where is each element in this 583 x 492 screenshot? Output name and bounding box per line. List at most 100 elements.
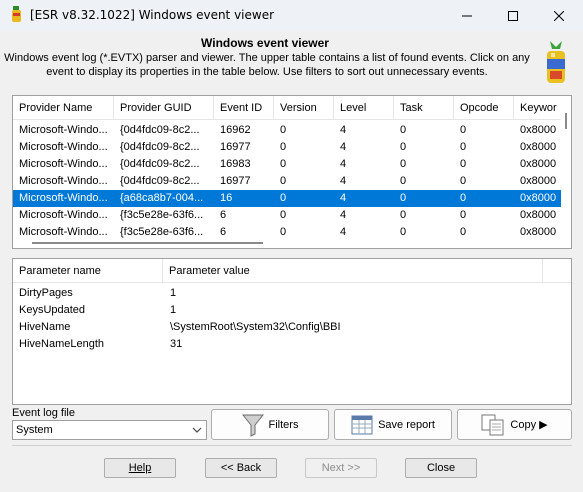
cell-provider-name: Microsoft-Windo...: [19, 158, 108, 170]
column-header-parameter-name[interactable]: Parameter name: [13, 259, 163, 283]
table-row[interactable]: KeysUpdated 1: [13, 302, 571, 319]
column-header-parameter-value[interactable]: Parameter value: [163, 259, 543, 283]
cell-opcode: 0: [460, 192, 467, 204]
cell-parameter-name: HiveName: [19, 321, 71, 333]
header: Windows event viewer Windows event log (…: [0, 31, 583, 86]
cell-task: 0: [400, 209, 407, 221]
table-row[interactable]: DirtyPages 1: [13, 285, 571, 302]
next-button-label: Next >>: [321, 462, 361, 474]
cell-event-id: 16977: [220, 141, 251, 153]
next-button[interactable]: Next >>: [305, 458, 377, 478]
cell-provider-name: Microsoft-Windo...: [19, 175, 108, 187]
parameters-table-header: Parameter name Parameter value: [13, 259, 571, 283]
maximize-button[interactable]: [490, 0, 536, 31]
cell-opcode: 0: [460, 158, 467, 170]
table-row[interactable]: Microsoft-Windo... {0d4fdc09-8c2... 1697…: [13, 139, 571, 156]
vertical-scrollbar[interactable]: [561, 96, 571, 248]
table-row[interactable]: Microsoft-Windo... {f3c5e28e-63f6... 6 0…: [13, 207, 571, 224]
cell-provider-guid: {0d4fdc09-8c2...: [120, 141, 200, 153]
table-row[interactable]: Microsoft-Windo... {0d4fdc09-8c2... 1698…: [13, 156, 571, 173]
cell-version: 0: [280, 192, 287, 204]
back-button[interactable]: << Back: [205, 458, 277, 478]
back-button-label: << Back: [220, 462, 262, 474]
column-header-event-id[interactable]: Event ID: [214, 96, 274, 120]
cell-opcode: 0: [460, 175, 467, 187]
cell-event-id: 16977: [220, 175, 251, 187]
parameters-table[interactable]: Parameter name Parameter value DirtyPage…: [12, 258, 572, 405]
battery-wizard-icon: [547, 41, 565, 83]
cell-level: 4: [340, 158, 347, 170]
page-title: Windows event viewer: [201, 36, 329, 50]
column-header-provider-guid[interactable]: Provider GUID: [114, 96, 214, 120]
minimize-button[interactable]: [444, 0, 490, 31]
window-title: [ESR v8.32.1022] Windows event viewer: [30, 8, 275, 22]
cell-level: 4: [340, 192, 347, 204]
save-report-button[interactable]: Save report: [334, 409, 452, 440]
cell-event-id: 6: [220, 209, 227, 221]
divider: [12, 445, 572, 446]
events-table-header: Provider Name Provider GUID Event ID Ver…: [13, 96, 571, 120]
app-icon: [12, 6, 21, 22]
page-description: Windows event log (*.EVTX) parser and vi…: [4, 52, 530, 78]
cell-parameter-name: DirtyPages: [19, 287, 73, 299]
horizontal-scrollbar[interactable]: [13, 238, 561, 248]
cell-provider-name: Microsoft-Windo...: [19, 124, 108, 136]
column-header-provider-name[interactable]: Provider Name: [13, 96, 114, 120]
save-report-button-label: Save report: [378, 418, 435, 431]
events-table[interactable]: Provider Name Provider GUID Event ID Ver…: [12, 95, 572, 249]
table-row[interactable]: Microsoft-Windo... {0d4fdc09-8c2... 1696…: [13, 122, 571, 139]
cell-opcode: 0: [460, 209, 467, 221]
minimize-icon: [462, 15, 472, 16]
cell-provider-guid: {0d4fdc09-8c2...: [120, 158, 200, 170]
close-button-label: Close: [426, 462, 456, 474]
cell-task: 0: [400, 141, 407, 153]
column-header-level[interactable]: Level: [334, 96, 394, 120]
funnel-icon: [241, 413, 264, 437]
horizontal-scroll-thumb[interactable]: [32, 242, 263, 244]
cell-parameter-name: KeysUpdated: [19, 304, 86, 316]
column-header-task[interactable]: Task: [394, 96, 454, 120]
cell-parameter-value: 1: [170, 287, 177, 299]
cell-version: 0: [280, 124, 287, 136]
cell-parameter-value: 31: [170, 338, 183, 350]
copy-documents-icon: [481, 414, 505, 436]
table-row-selected[interactable]: Microsoft-Windo... {a68ca8b7-004... 16 0…: [13, 190, 571, 207]
copy-button[interactable]: Copy ▶: [457, 409, 572, 440]
event-log-label: Event log file: [12, 407, 75, 419]
cell-provider-guid: {0d4fdc09-8c2...: [120, 124, 200, 136]
cell-provider-name: Microsoft-Windo...: [19, 192, 108, 204]
cell-opcode: 0: [460, 141, 467, 153]
column-header-opcode[interactable]: Opcode: [454, 96, 514, 120]
table-row[interactable]: HiveName \SystemRoot\System32\Config\BBI: [13, 319, 571, 336]
event-log-select[interactable]: System: [12, 420, 207, 440]
vertical-scroll-thumb[interactable]: [565, 113, 567, 129]
help-button[interactable]: Help: [104, 458, 176, 478]
cell-parameter-value: 1: [170, 304, 177, 316]
copy-button-label: Copy ▶: [510, 419, 548, 431]
close-window-button[interactable]: [536, 0, 582, 31]
table-row[interactable]: HiveNameLength 31: [13, 336, 571, 353]
cell-provider-name: Microsoft-Windo...: [19, 209, 108, 221]
cell-task: 0: [400, 192, 407, 204]
column-header-version[interactable]: Version: [274, 96, 334, 120]
cell-provider-guid: {f3c5e28e-63f6...: [120, 209, 204, 221]
filters-button-label: Filters: [268, 418, 299, 431]
filters-button[interactable]: Filters: [211, 409, 329, 440]
cell-event-id: 16962: [220, 124, 251, 136]
cell-version: 0: [280, 175, 287, 187]
cell-provider-guid: {a68ca8b7-004...: [120, 192, 204, 204]
cell-event-id: 16: [220, 192, 233, 204]
title-bar: [ESR v8.32.1022] Windows event viewer: [0, 0, 583, 31]
cell-parameter-name: HiveNameLength: [19, 338, 104, 350]
cell-opcode: 0: [460, 124, 467, 136]
table-row[interactable]: Microsoft-Windo... {0d4fdc09-8c2... 1697…: [13, 173, 571, 190]
cell-version: 0: [280, 141, 287, 153]
cell-version: 0: [280, 158, 287, 170]
close-button[interactable]: Close: [405, 458, 477, 478]
cell-parameter-value: \SystemRoot\System32\Config\BBI: [170, 321, 341, 333]
help-button-label: Help: [128, 462, 152, 474]
maximize-icon: [508, 10, 518, 21]
cell-provider-name: Microsoft-Windo...: [19, 141, 108, 153]
cell-level: 4: [340, 175, 347, 187]
chevron-down-icon: [192, 427, 202, 433]
